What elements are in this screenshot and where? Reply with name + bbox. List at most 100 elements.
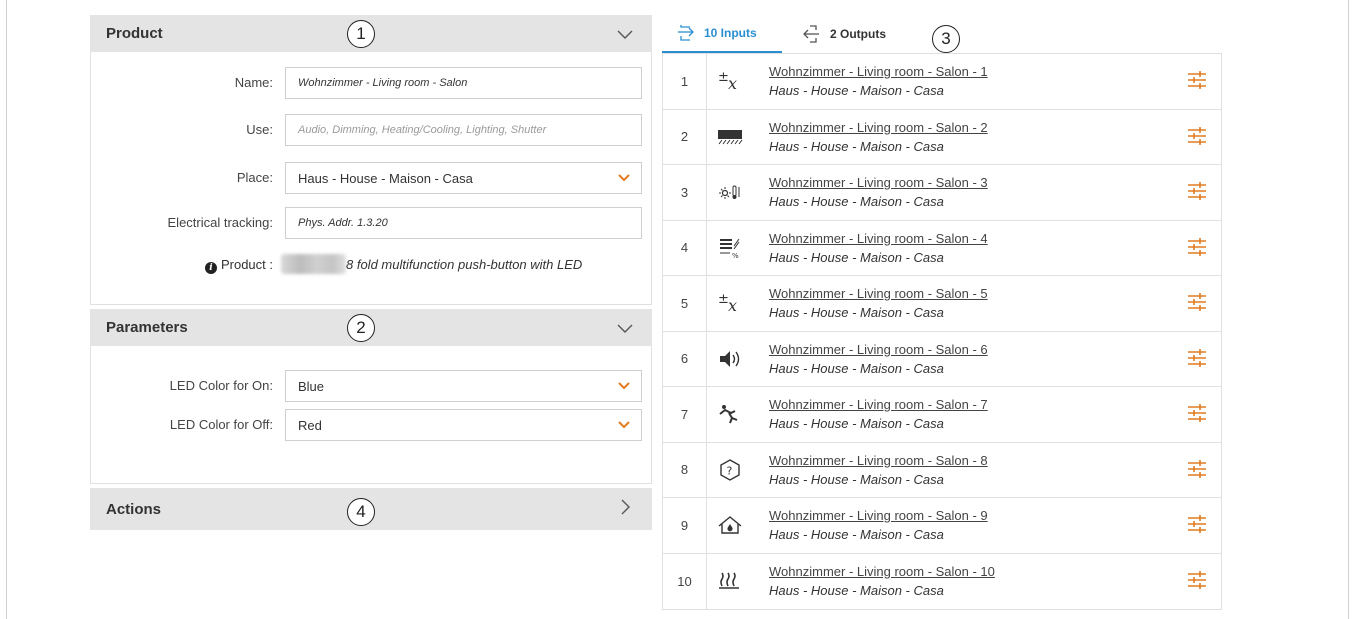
list-item[interactable]: 10 Wohnzimmer - Living room - Salon - 10… (663, 553, 1221, 609)
product-panel-header[interactable]: Product 1 (90, 15, 652, 52)
actions-panel-header[interactable]: Actions 4 (90, 488, 652, 530)
settings-sliders-icon[interactable] (1187, 348, 1207, 367)
settings-sliders-icon[interactable] (1187, 182, 1207, 200)
settings-sliders-icon[interactable] (1187, 515, 1207, 533)
list-item[interactable]: 5 ± x Wohnzimmer - Living room - Salon - … (663, 276, 1221, 332)
row-location: Haus - House - Maison - Casa (769, 416, 944, 431)
callout-2: 2 (347, 314, 375, 342)
unknown-question-icon: ? (715, 457, 745, 483)
list-item[interactable]: 2 Wohnzimmer - Living room - Salon - 2 H… (663, 109, 1221, 165)
name-input[interactable]: Wohnzimmer - Living room - Salon (285, 67, 642, 99)
svg-text:?: ? (727, 464, 733, 477)
led-on-label: LED Color for On: (169, 378, 273, 393)
chevron-down-icon[interactable] (616, 25, 634, 43)
use-row: Use: Audio, Dimming, Heating/Cooling, Li… (91, 114, 651, 146)
row-title-link[interactable]: Wohnzimmer - Living room - Salon - 6 (769, 342, 988, 357)
tab-inputs[interactable]: 10 Inputs (662, 15, 782, 53)
output-arrow-icon (803, 25, 819, 43)
row-number: 8 (663, 442, 707, 497)
redacted-product-code (281, 254, 346, 274)
row-title-link[interactable]: Wohnzimmer - Living room - Salon - 5 (769, 286, 988, 301)
list-item[interactable]: 6 Wohnzimmer - Living room - Salon - 6 H… (663, 331, 1221, 387)
settings-sliders-icon[interactable] (1187, 459, 1207, 478)
row-location: Haus - House - Maison - Casa (769, 138, 944, 154)
place-select[interactable]: Haus - House - Maison - Casa (285, 162, 642, 194)
row-location: Haus - House - Maison - Casa (769, 194, 944, 209)
row-number: 3 (663, 165, 707, 220)
svg-text:x: x (728, 74, 737, 93)
place-row: Place: Haus - House - Maison - Casa (91, 162, 651, 194)
led-off-label: LED Color for Off: (169, 417, 273, 432)
row-number: 9 (663, 498, 707, 553)
product-info-label: i Product : (204, 257, 273, 274)
io-tabs: 10 Inputs 2 Outputs 3 (662, 15, 1222, 53)
tab-inputs-label: 10 Inputs (704, 26, 757, 40)
shutter-icon (715, 124, 745, 150)
chevron-down-icon (618, 174, 630, 182)
row-title-link[interactable]: Wohnzimmer - Living room - Salon - 1 (769, 64, 988, 79)
place-label: Place: (236, 170, 273, 185)
settings-sliders-icon[interactable] (1187, 237, 1207, 256)
row-location: Haus - House - Maison - Casa (769, 360, 944, 376)
callout-4: 4 (347, 498, 375, 526)
chevron-right-icon[interactable] (616, 498, 634, 516)
row-location: Haus - House - Maison - Casa (769, 582, 944, 598)
list-item[interactable]: 3 Wohnzimmer - Living room - Salon - 3 H… (663, 165, 1221, 221)
row-title-link[interactable]: Wohnzimmer - Living room - Salon - 3 (769, 175, 988, 190)
row-location: Haus - House - Maison - Casa (769, 471, 944, 487)
row-number: 2 (663, 109, 707, 164)
row-title-link[interactable]: Wohnzimmer - Living room - Salon - 4 (769, 231, 988, 246)
led-off-select[interactable]: Red (285, 409, 642, 441)
list-item[interactable]: 7 Wohnzimmer - Living room - Salon - 7 H… (663, 387, 1221, 443)
chevron-down-icon[interactable] (616, 319, 634, 337)
list-item[interactable]: 9 Wohnzimmer - Living room - Salon - 9 H… (663, 498, 1221, 554)
floor-heating-icon (715, 568, 745, 594)
use-input[interactable]: Audio, Dimming, Heating/Cooling, Lightin… (285, 114, 642, 146)
product-panel-title: Product (106, 25, 163, 42)
row-number: 5 (663, 276, 707, 331)
tab-outputs[interactable]: 2 Outputs (802, 15, 886, 53)
row-title-link[interactable]: Wohnzimmer - Living room - Salon - 7 (769, 397, 988, 412)
house-drop-icon (715, 512, 745, 538)
row-title-link[interactable]: Wohnzimmer - Living room - Salon - 9 (769, 508, 988, 523)
tracking-label: Electrical tracking: (167, 215, 273, 230)
tab-outputs-label: 2 Outputs (830, 27, 886, 41)
plus-minus-x-icon: ± x (715, 68, 745, 94)
row-location: Haus - House - Maison - Casa (769, 249, 944, 265)
settings-sliders-icon[interactable] (1187, 71, 1207, 89)
list-item[interactable]: 8 ? Wohnzimmer - Living room - Salon - 8… (663, 442, 1221, 498)
row-title-link[interactable]: Wohnzimmer - Living room - Salon - 2 (769, 120, 988, 135)
row-title-link[interactable]: Wohnzimmer - Living room - Salon - 10 (769, 564, 995, 579)
product-info-value: 8 fold multifunction push-button with LE… (346, 257, 583, 272)
tracking-input[interactable]: Phys. Addr. 1.3.20 (285, 207, 642, 239)
settings-sliders-icon[interactable] (1187, 293, 1207, 311)
parameters-panel-title: Parameters (106, 319, 188, 336)
parameters-panel-body: LED Color for On: Blue LED Color for Off… (90, 346, 652, 484)
speaker-icon (715, 346, 745, 372)
tracking-row: Electrical tracking: Phys. Addr. 1.3.20 (91, 207, 651, 239)
inputs-list: 1 ± x Wohnzimmer - Living room - Salon - … (662, 53, 1222, 610)
svg-text:%: % (732, 252, 739, 260)
chevron-down-icon (618, 421, 630, 429)
row-number: 6 (663, 331, 707, 386)
row-location: Haus - House - Maison - Casa (769, 83, 944, 98)
product-panel-body: Name: Wohnzimmer - Living room - Salon U… (90, 52, 652, 305)
name-row: Name: Wohnzimmer - Living room - Salon (91, 67, 651, 99)
svg-text:x: x (728, 296, 737, 315)
row-location: Haus - House - Maison - Casa (769, 305, 944, 320)
row-number: 7 (663, 387, 707, 442)
row-number: 1 (663, 54, 707, 109)
led-off-row: LED Color for Off: Red (91, 409, 651, 441)
blind-percent-icon: % (715, 235, 745, 261)
settings-sliders-icon[interactable] (1187, 404, 1207, 422)
parameters-panel-header[interactable]: Parameters 2 (90, 309, 652, 346)
use-label: Use: (246, 122, 273, 137)
led-on-row: LED Color for On: Blue (91, 370, 651, 402)
led-on-select[interactable]: Blue (285, 370, 642, 402)
settings-sliders-icon[interactable] (1187, 570, 1207, 589)
list-item[interactable]: 1 ± x Wohnzimmer - Living room - Salon - … (663, 54, 1221, 110)
list-item[interactable]: 4 % Wohnzimmer - Living room - Salon - 4… (663, 220, 1221, 276)
settings-sliders-icon[interactable] (1187, 126, 1207, 145)
callout-1: 1 (347, 20, 375, 48)
row-title-link[interactable]: Wohnzimmer - Living room - Salon - 8 (769, 453, 988, 468)
